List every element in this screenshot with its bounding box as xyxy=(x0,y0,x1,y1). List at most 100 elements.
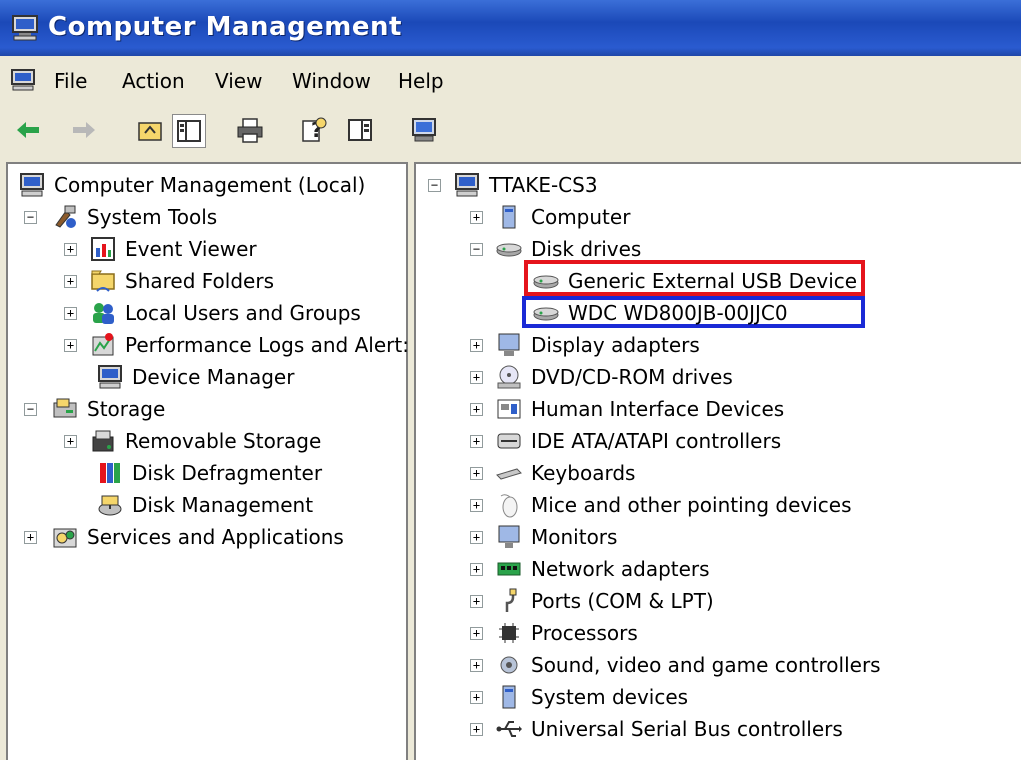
device-category-system-devices[interactable]: + System devices xyxy=(470,682,688,712)
removable-storage-icon xyxy=(92,430,114,452)
expand-icon[interactable]: + xyxy=(470,594,483,608)
expand-icon[interactable]: + xyxy=(470,210,483,224)
device-icon xyxy=(412,118,436,142)
expand-icon[interactable]: + xyxy=(64,338,77,352)
back-button[interactable] xyxy=(12,114,44,146)
expand-icon[interactable]: + xyxy=(470,722,483,736)
processor-icon xyxy=(499,623,519,643)
tree-node-local-users[interactable]: + Local Users and Groups xyxy=(64,298,361,328)
collapse-icon[interactable]: − xyxy=(24,210,37,224)
device-category-label: Mice and other pointing devices xyxy=(531,493,852,517)
expand-icon[interactable]: + xyxy=(64,306,77,320)
menu-help[interactable]: Help xyxy=(398,69,444,93)
tree-node-services-applications[interactable]: + Services and Applications xyxy=(24,522,344,552)
tree-node-root[interactable]: Computer Management (Local) xyxy=(18,170,365,200)
menu-view[interactable]: View xyxy=(215,69,262,93)
window-title: Computer Management xyxy=(48,12,402,42)
device-category-usb-controllers[interactable]: + Universal Serial Bus controllers xyxy=(470,714,843,744)
disk-device-wdc[interactable]: WDC WD800JB-00JJC0 xyxy=(532,298,788,328)
tree-node-disk-management[interactable]: Disk Management xyxy=(96,490,313,520)
device-category-label: Monitors xyxy=(531,525,618,549)
expand-icon[interactable]: + xyxy=(470,690,483,704)
tree-label-root: Computer Management (Local) xyxy=(54,173,366,197)
expand-icon[interactable]: + xyxy=(24,530,37,544)
device-properties-button[interactable] xyxy=(408,114,440,146)
tree-node-removable-storage[interactable]: + Removable Storage xyxy=(64,426,321,456)
tree-node-system-tools[interactable]: − System Tools xyxy=(24,202,217,232)
system-device-icon xyxy=(502,685,516,709)
expand-icon[interactable]: + xyxy=(64,434,77,448)
expand-icon[interactable]: + xyxy=(64,242,77,256)
device-category-display-adapters[interactable]: + Display adapters xyxy=(470,330,700,360)
tree-node-device-manager[interactable]: Device Manager xyxy=(96,362,294,392)
device-category-mice[interactable]: + Mice and other pointing devices xyxy=(470,490,852,520)
disk-device-generic-usb[interactable]: Generic External USB Device xyxy=(532,266,857,296)
expand-icon[interactable]: + xyxy=(470,530,483,544)
device-manager-pane[interactable]: − TTAKE-CS3 + Computer − Disk drives Gen… xyxy=(414,162,1021,760)
properties-button[interactable] xyxy=(344,114,376,146)
up-folder-icon xyxy=(138,122,162,141)
shared-folder-icon xyxy=(91,270,115,292)
menu-file[interactable]: File xyxy=(54,69,87,93)
device-category-keyboards[interactable]: + Keyboards xyxy=(470,458,635,488)
menu-action[interactable]: Action xyxy=(122,69,185,93)
usb-icon xyxy=(496,721,522,737)
tree-node-performance-logs[interactable]: + Performance Logs and Alert: xyxy=(64,330,409,360)
tree-label-services-applications: Services and Applications xyxy=(87,525,344,549)
storage-icon xyxy=(53,398,77,418)
device-category-hid[interactable]: + Human Interface Devices xyxy=(470,394,784,424)
device-category-network-adapters[interactable]: + Network adapters xyxy=(470,554,710,584)
computer-icon xyxy=(455,173,479,197)
network-adapter-icon xyxy=(497,562,521,576)
device-category-ports[interactable]: + Ports (COM & LPT) xyxy=(470,586,714,616)
device-category-sound[interactable]: + Sound, video and game controllers xyxy=(470,650,881,680)
device-category-computer[interactable]: + Computer xyxy=(470,202,630,232)
expand-icon[interactable]: + xyxy=(470,402,483,416)
device-category-processors[interactable]: + Processors xyxy=(470,618,638,648)
expand-icon[interactable]: + xyxy=(470,370,483,384)
expand-icon[interactable]: + xyxy=(64,274,77,288)
expand-icon[interactable]: + xyxy=(470,434,483,448)
expand-icon[interactable]: + xyxy=(470,658,483,672)
collapse-icon[interactable]: − xyxy=(428,178,441,192)
expand-icon[interactable]: + xyxy=(470,466,483,480)
disk-drive-icon xyxy=(533,275,559,289)
collapse-icon[interactable]: − xyxy=(24,402,37,416)
properties-icon xyxy=(348,119,372,141)
device-category-ide-controllers[interactable]: + IDE ATA/ATAPI controllers xyxy=(470,426,781,456)
device-category-label: Universal Serial Bus controllers xyxy=(531,717,843,741)
device-category-label: Network adapters xyxy=(531,557,710,581)
tree-node-storage[interactable]: − Storage xyxy=(24,394,165,424)
show-hide-tree-button[interactable] xyxy=(172,114,206,148)
help-icon: ? xyxy=(302,117,327,142)
tree-label-device-manager: Device Manager xyxy=(132,365,295,389)
menu-window[interactable]: Window xyxy=(292,69,371,93)
device-manager-icon xyxy=(98,365,122,389)
port-icon xyxy=(505,588,517,612)
tree-node-shared-folders[interactable]: + Shared Folders xyxy=(64,266,274,296)
expand-icon[interactable]: + xyxy=(470,562,483,576)
up-one-level-button[interactable] xyxy=(134,114,166,146)
print-button[interactable] xyxy=(234,114,266,146)
device-category-label: DVD/CD-ROM drives xyxy=(531,365,733,389)
ide-controller-icon xyxy=(497,433,521,449)
expand-icon[interactable]: + xyxy=(470,626,483,640)
device-tree-root[interactable]: − TTAKE-CS3 xyxy=(428,170,598,200)
console-tree-pane[interactable]: Computer Management (Local) − System Too… xyxy=(6,162,409,760)
expand-icon[interactable]: + xyxy=(470,338,483,352)
forward-button[interactable] xyxy=(68,114,100,146)
tree-node-disk-defragmenter[interactable]: Disk Defragmenter xyxy=(96,458,322,488)
title-bar[interactable]: Computer Management xyxy=(0,0,1021,56)
device-category-monitors[interactable]: + Monitors xyxy=(470,522,617,552)
tree-label-storage: Storage xyxy=(87,397,166,421)
keyboard-icon xyxy=(496,468,522,480)
system-tools-icon xyxy=(55,205,76,228)
expand-icon[interactable]: + xyxy=(470,498,483,512)
disk-device-label: Generic External USB Device xyxy=(568,269,858,293)
collapse-icon[interactable]: − xyxy=(470,242,483,256)
tree-node-event-viewer[interactable]: + Event Viewer xyxy=(64,234,257,264)
help-button[interactable]: ? xyxy=(298,114,330,146)
device-category-dvd-drives[interactable]: + DVD/CD-ROM drives xyxy=(470,362,733,392)
system-menu-icon[interactable] xyxy=(10,67,36,93)
event-viewer-icon xyxy=(91,237,115,261)
